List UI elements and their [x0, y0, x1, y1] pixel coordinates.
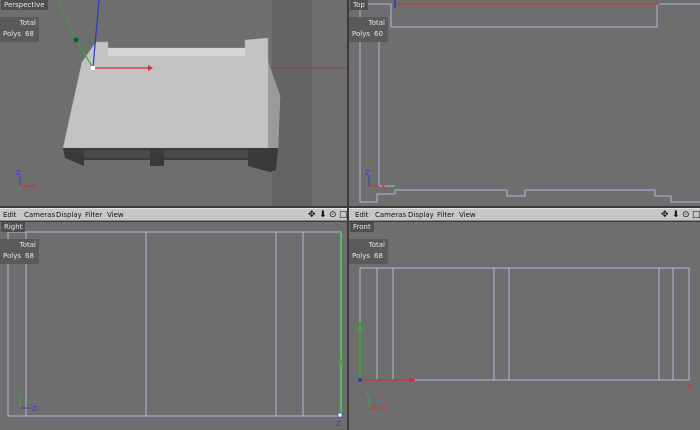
stats-value: 68: [25, 252, 34, 260]
right-viewport[interactable]: Z Z Y Right Total Polys 68: [0, 222, 347, 430]
zoom-icon[interactable]: ⊙: [329, 209, 337, 221]
top-scene: X Z: [349, 0, 700, 206]
viewport-menubar-right: Edit Cameras Display Filter View ✥ ⬇ ⊙ □: [349, 208, 700, 221]
stats-label: Polys: [3, 30, 21, 38]
viewport-label-top: Top: [350, 0, 368, 10]
maximize-icon[interactable]: □: [339, 209, 348, 221]
front-viewport[interactable]: X X Y Front Total Polys 68: [349, 222, 700, 430]
viewport-menubar-left: Edit Cameras Display Filter View ✥ ⬇ ⊙ □: [0, 208, 348, 221]
menu-filter[interactable]: Filter: [85, 210, 102, 220]
down-arrow-icon[interactable]: ⬇: [672, 209, 680, 221]
viewport-label-perspective: Perspective: [1, 0, 48, 10]
stats-panel-right: Total Polys 68: [0, 239, 39, 264]
menu-view[interactable]: View: [107, 210, 124, 220]
stats-header: Total: [19, 19, 36, 27]
menu-filter[interactable]: Filter: [437, 210, 454, 220]
stats-label: Polys: [352, 30, 370, 38]
perspective-scene: X Z: [0, 0, 347, 206]
cinema4d-viewports: X Z Perspective Total Polys 68 X Z Top T…: [0, 0, 700, 430]
zoom-icon[interactable]: ⊙: [682, 209, 690, 221]
menu-cameras[interactable]: Cameras: [24, 210, 55, 220]
right-gizmo-center[interactable]: [337, 412, 343, 418]
top-viewport[interactable]: X Z Top Total Polys 60: [349, 0, 700, 206]
box-top-highlight: [96, 48, 245, 56]
box-front-lit-2: [164, 150, 248, 158]
stats-header: Total: [368, 241, 385, 249]
stats-panel-top: Total Polys 60: [349, 17, 388, 42]
right-scene: Z Z Y: [0, 222, 347, 430]
front-gizmo-center[interactable]: [358, 378, 362, 382]
menu-edit[interactable]: Edit: [355, 210, 369, 220]
axis-label-y-front: Y: [364, 390, 370, 398]
perspective-viewport[interactable]: X Z Perspective Total Polys 68: [0, 0, 347, 206]
stats-panel-perspective: Total Polys 68: [0, 17, 39, 42]
maximize-icon[interactable]: □: [692, 209, 700, 221]
axis-label-z-top: Z: [365, 169, 370, 177]
menu-display[interactable]: Display: [408, 210, 434, 220]
stats-value: 68: [25, 30, 34, 38]
stats-panel-front: Total Polys 68: [349, 239, 388, 264]
stats-label: Polys: [352, 252, 370, 260]
menu-edit[interactable]: Edit: [3, 210, 17, 220]
gizmo-center[interactable]: [91, 66, 95, 70]
axis-label-x: X: [32, 183, 37, 191]
move-icon[interactable]: ✥: [661, 209, 669, 221]
viewport-label-front: Front: [350, 222, 374, 232]
move-icon[interactable]: ✥: [308, 209, 316, 221]
axis-label-y-right: Y: [15, 390, 21, 398]
axis-label-z-right: Z: [32, 405, 37, 413]
front-scene: X X Y: [349, 222, 700, 430]
axis-label-x-top: X: [381, 183, 386, 191]
axis-label-x-front: X: [381, 405, 386, 413]
box-front-lit: [84, 150, 150, 158]
stats-header: Total: [368, 19, 385, 27]
stats-label: Polys: [3, 252, 21, 260]
axis-label-x-front-edge: X: [687, 383, 693, 392]
down-arrow-icon[interactable]: ⬇: [319, 209, 327, 221]
viewport-label-right: Right: [1, 222, 26, 232]
stats-value: 68: [374, 252, 383, 260]
menu-view[interactable]: View: [459, 210, 476, 220]
menu-display[interactable]: Display: [56, 210, 82, 220]
axis-label-z: Z: [16, 169, 21, 177]
stats-value: 60: [374, 30, 383, 38]
stats-header: Total: [19, 241, 36, 249]
gizmo-y-handle[interactable]: [73, 37, 79, 43]
menu-cameras[interactable]: Cameras: [375, 210, 406, 220]
axis-label-z-right-gizmo: Z: [336, 420, 341, 428]
